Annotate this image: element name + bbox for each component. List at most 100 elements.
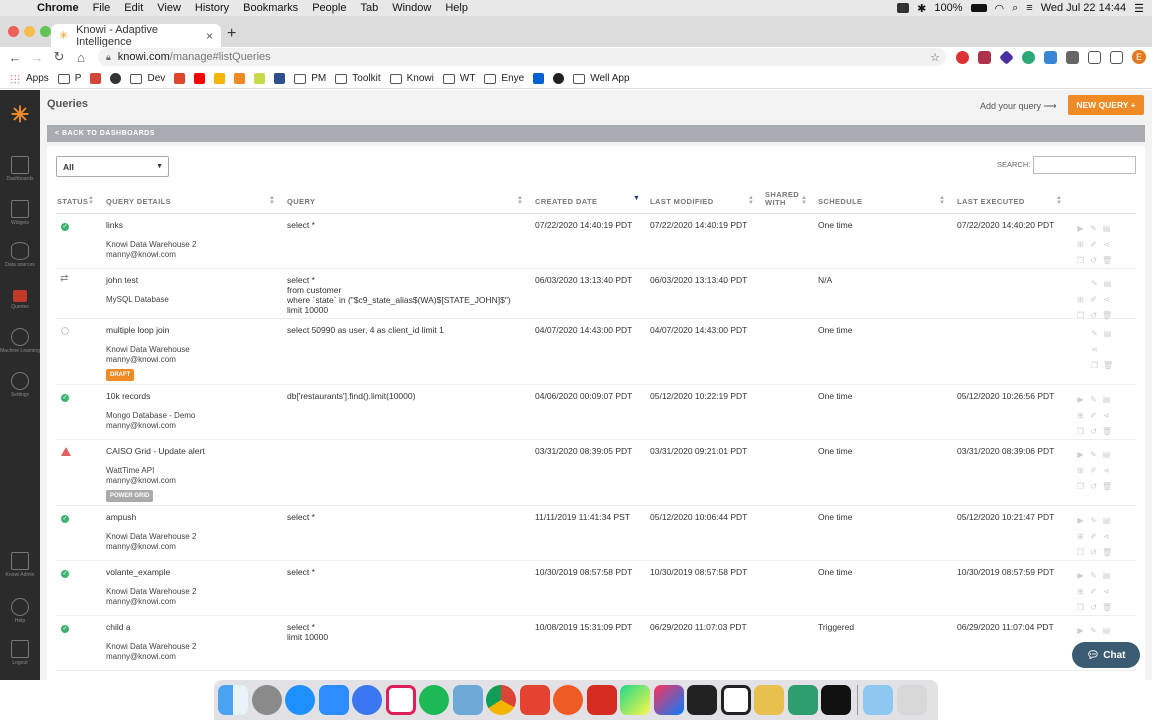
bookmark-star-icon[interactable]: ☆ <box>930 51 940 64</box>
home-icon[interactable]: ⌂ <box>70 50 92 65</box>
chat-button[interactable]: 💬︎ Chat <box>1072 642 1140 668</box>
bookmark-gmail[interactable] <box>90 73 102 84</box>
pin-icon[interactable]: ✐ <box>1089 296 1098 304</box>
menu-file[interactable]: File <box>86 2 118 14</box>
bookmark-knowi[interactable]: Knowi <box>389 73 434 84</box>
zoom-icon[interactable] <box>318 685 349 715</box>
share-icon[interactable]: ⋖ <box>1090 346 1099 354</box>
run-icon[interactable]: ▶ <box>1076 517 1085 525</box>
terminal-icon[interactable] <box>687 685 717 715</box>
sidebar-item-dashboards[interactable]: Dashboards <box>0 156 40 182</box>
table-icon[interactable]: ▤ <box>1102 572 1111 580</box>
sidebar-item-settings[interactable]: Settings <box>0 372 40 398</box>
query-name[interactable]: ampush <box>106 512 136 522</box>
edit-icon[interactable]: ✎ <box>1089 225 1098 233</box>
pin-icon[interactable]: ✐ <box>1089 588 1098 596</box>
copy-icon[interactable]: ❐ <box>1076 257 1085 265</box>
filter-select[interactable]: All ▼ <box>56 156 169 177</box>
extension-green-icon[interactable] <box>1022 50 1035 64</box>
bookmark-github[interactable] <box>553 73 565 84</box>
bookmark-globe[interactable] <box>110 73 122 84</box>
run-icon[interactable]: ▶ <box>1076 627 1085 635</box>
cast-icon[interactable] <box>1088 50 1101 64</box>
delete-icon[interactable]: 🗑︎ <box>1102 549 1112 557</box>
history-icon[interactable]: ↺ <box>1089 483 1098 491</box>
delete-icon[interactable]: 🗑︎ <box>1102 604 1112 612</box>
edit-icon[interactable]: ✎ <box>1089 572 1098 580</box>
table-row[interactable]: CAISO Grid - Update alert WattTime API m… <box>56 440 1136 506</box>
share-icon[interactable]: ⋖ <box>1102 467 1111 475</box>
knowi-logo[interactable]: ✳ <box>0 90 40 140</box>
history-icon[interactable]: ↺ <box>1089 257 1098 265</box>
table-row[interactable]: ✓ links Knowi Data Warehouse 2 manny@kno… <box>56 214 1136 269</box>
delete-icon[interactable]: 🗑︎ <box>1102 257 1112 265</box>
lock-icon[interactable]: 🔒︎ <box>106 52 111 63</box>
table-row[interactable]: multiple loop join Knowi Data Warehouse … <box>56 319 1136 385</box>
spotify-icon[interactable] <box>419 685 449 715</box>
col-header-status[interactable]: STATUS <box>57 197 88 206</box>
edit-icon[interactable]: ✎ <box>1089 627 1098 635</box>
bookmark-box[interactable] <box>533 73 545 84</box>
sidebar-item-knowi-admin[interactable]: Knowi Admin <box>0 552 40 578</box>
postman-icon[interactable] <box>553 685 583 715</box>
chrome-icon[interactable] <box>486 685 516 715</box>
clock[interactable]: Wed Jul 22 14:44 <box>1041 2 1126 14</box>
new-query-button[interactable]: NEW QUERY + <box>1068 95 1144 115</box>
sidebar-item-widgets[interactable]: Widgets <box>0 200 40 226</box>
table-row[interactable]: ✓ volante_example Knowi Data Warehouse 2… <box>56 561 1136 616</box>
history-icon[interactable]: ↺ <box>1089 428 1098 436</box>
table-row[interactable]: ✓ 10k records Mongo Database - Demo mann… <box>56 385 1136 440</box>
run-icon[interactable]: ▶ <box>1076 451 1085 459</box>
hierarchy-icon[interactable]: ⊞ <box>1076 412 1085 420</box>
pin-icon[interactable]: ✐ <box>1089 412 1098 420</box>
sequel-pro-icon[interactable] <box>754 685 784 715</box>
query-name[interactable]: volante_example <box>106 567 170 577</box>
extension-blue-icon[interactable] <box>1044 50 1057 64</box>
col-header-last-executed[interactable]: LAST EXECUTED <box>957 197 1025 206</box>
delete-icon[interactable]: 🗑︎ <box>1102 428 1112 436</box>
bookmark-toolkit[interactable]: Toolkit <box>335 73 381 84</box>
menu-edit[interactable]: Edit <box>117 2 150 14</box>
run-icon[interactable]: ▶ <box>1076 572 1085 580</box>
share-icon[interactable]: ⋖ <box>1102 533 1111 541</box>
col-header-created-date[interactable]: CREATED DATE <box>535 197 597 206</box>
battery-percent[interactable]: 100% <box>934 2 962 14</box>
back-to-dashboards-link[interactable]: < BACK TO DASHBOARDS <box>47 125 1145 142</box>
sidebar-item-machine-learning[interactable]: Machine Learning <box>0 328 40 354</box>
table-icon[interactable]: ▤ <box>1102 451 1111 459</box>
window-zoom-button[interactable] <box>40 26 51 37</box>
wifi-icon[interactable]: ◠ <box>995 2 1005 15</box>
bookmark-youtube[interactable] <box>194 73 206 84</box>
share-icon[interactable]: ⋖ <box>1102 412 1111 420</box>
window-close-button[interactable] <box>8 26 19 37</box>
slack-icon[interactable] <box>385 685 416 715</box>
query-name[interactable]: child a <box>106 622 131 632</box>
trash-icon[interactable] <box>896 685 927 715</box>
signal-icon[interactable] <box>352 685 382 715</box>
history-icon[interactable]: ↺ <box>1089 549 1098 557</box>
downloads-folder-icon[interactable] <box>863 685 893 715</box>
edit-icon[interactable]: ✎ <box>1089 451 1098 459</box>
sort-icon[interactable]: ▲ ▼ <box>801 195 807 206</box>
bookmark-dev[interactable]: Dev <box>130 73 165 84</box>
query-name[interactable]: multiple loop join <box>106 325 169 335</box>
menu-view[interactable]: View <box>150 2 188 14</box>
menu-bookmarks[interactable]: Bookmarks <box>236 2 305 14</box>
table-row[interactable]: ⇄ john test MySQL Database select * from… <box>56 269 1136 320</box>
bookmark-pm[interactable]: PM <box>294 73 326 84</box>
edit-icon[interactable]: ✎ <box>1090 330 1099 338</box>
query-name[interactable]: 10k records <box>106 391 150 401</box>
sort-icon[interactable]: ▲ ▼ <box>939 195 945 206</box>
hierarchy-icon[interactable]: ⊞ <box>1076 241 1085 249</box>
reload-icon[interactable]: ↻ <box>48 49 70 65</box>
notification-center-icon[interactable]: ☰ <box>1134 2 1144 15</box>
table-icon[interactable]: ▤ <box>1102 517 1111 525</box>
tab-close-icon[interactable]: × <box>206 29 213 43</box>
menu-window[interactable]: Window <box>385 2 438 14</box>
address-bar[interactable]: 🔒︎ knowi.com/manage#listQueries ☆ <box>98 48 946 66</box>
window-minimize-button[interactable] <box>24 26 35 37</box>
sidebar-item-queries[interactable]: Queries <box>0 290 40 310</box>
copy-icon[interactable]: ❐ <box>1076 604 1085 612</box>
bookmark-l-app[interactable] <box>274 73 286 84</box>
back-arrow-icon[interactable]: ← <box>4 50 26 65</box>
